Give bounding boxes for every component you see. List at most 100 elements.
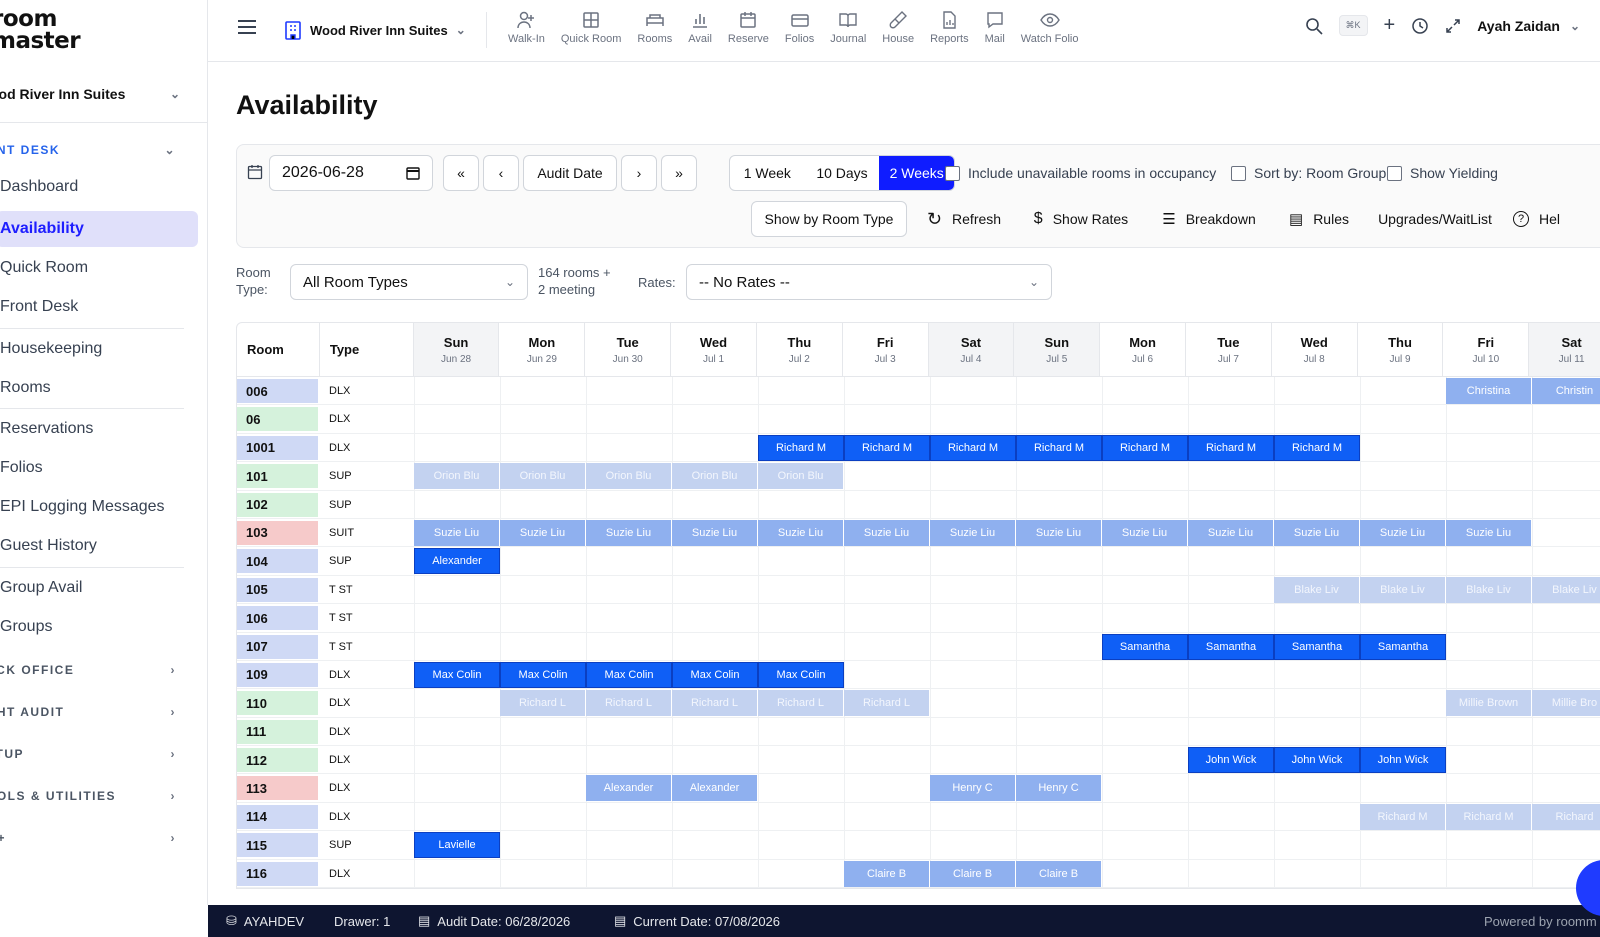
reservation-block[interactable]: Blake Liv	[1532, 576, 1600, 603]
room-number[interactable]: 103	[237, 520, 318, 545]
room-number[interactable]: 110	[237, 691, 318, 716]
section-front-desk[interactable]: ONT DESK⌄	[0, 143, 186, 157]
reservation-block[interactable]: Richard M	[844, 434, 930, 461]
reservation-block[interactable]: Claire B	[1016, 860, 1102, 887]
reservation-block[interactable]: Alexander	[672, 775, 758, 802]
section-back-office[interactable]: ACK OFFICE›	[0, 663, 186, 677]
reservation-block[interactable]: Orion Blu	[758, 463, 844, 490]
rules-button[interactable]: ▤ Rules	[1283, 201, 1355, 237]
section-tools-utilities[interactable]: OOLS & UTILITIES›	[0, 789, 186, 803]
reservation-block[interactable]: Orion Blu	[672, 463, 758, 490]
plus-icon[interactable]: +	[1384, 14, 1396, 37]
sidebar-item-dashboard[interactable]: Dashboard	[0, 169, 198, 205]
include-unavailable-checkbox[interactable]: Include unavailable rooms in occupancy	[945, 165, 1216, 181]
tool-mail[interactable]: Mail	[977, 10, 1013, 45]
reservation-block[interactable]: Suzie Liu	[1016, 519, 1102, 546]
reservation-block[interactable]: Christina	[1446, 378, 1532, 404]
room-number[interactable]: 006	[237, 379, 318, 403]
reservation-block[interactable]: Richard M	[1360, 803, 1446, 830]
section-night-audit[interactable]: GHT AUDIT›	[0, 705, 186, 719]
room-number[interactable]: 114	[237, 804, 318, 829]
reservation-block[interactable]: Richard M	[758, 434, 844, 461]
sidebar-item-rooms[interactable]: Rooms	[0, 370, 198, 406]
reservation-block[interactable]: Millie Bro	[1532, 690, 1600, 717]
reservation-block[interactable]: Lavielle	[414, 832, 500, 859]
section-setup[interactable]: ETUP›	[0, 747, 186, 761]
show-rates-button[interactable]: $ Show Rates	[1025, 201, 1137, 237]
topbar-hotel-selector[interactable]: Wood River Inn Suites ⌄	[284, 17, 466, 43]
reservation-block[interactable]: Blake Liv	[1274, 576, 1360, 603]
range-2-weeks[interactable]: 2 Weeks	[879, 156, 954, 190]
sidebar-item-epi-logging[interactable]: EPI Logging Messages	[0, 489, 198, 525]
audit-date-button[interactable]: Audit Date	[523, 155, 617, 191]
room-number[interactable]: 104	[237, 549, 318, 574]
reservation-block[interactable]: Richard M	[1102, 434, 1188, 461]
reservation-block[interactable]: Richard M	[930, 434, 1016, 461]
room-number[interactable]: 115	[237, 833, 318, 858]
tool-house[interactable]: House	[874, 10, 922, 45]
reservation-block[interactable]: Orion Blu	[414, 463, 500, 490]
room-number[interactable]: 111	[237, 719, 318, 744]
reservation-block[interactable]: Samantha	[1360, 633, 1446, 660]
room-number[interactable]: 102	[237, 492, 318, 517]
reservation-block[interactable]: Suzie Liu	[1360, 519, 1446, 546]
room-number[interactable]: 1001	[237, 435, 318, 460]
room-number[interactable]: 113	[237, 776, 318, 801]
show-yielding-checkbox[interactable]: Show Yielding	[1387, 165, 1498, 181]
sort-room-group-checkbox[interactable]: Sort by: Room Group	[1231, 165, 1386, 181]
reservation-block[interactable]: John Wick	[1360, 747, 1446, 774]
reservation-block[interactable]: Max Colin	[672, 661, 758, 688]
reservation-block[interactable]: Orion Blu	[586, 463, 672, 490]
reservation-block[interactable]: Richard M	[1446, 803, 1532, 830]
sidebar-item-availability[interactable]: Availability	[0, 211, 198, 247]
reservation-block[interactable]: Blake Liv	[1446, 576, 1532, 603]
room-number[interactable]: 06	[237, 407, 318, 432]
reservation-block[interactable]: Suzie Liu	[1102, 519, 1188, 546]
history-icon[interactable]	[1411, 17, 1429, 35]
sidebar-item-housekeeping[interactable]: Housekeeping	[0, 331, 198, 367]
room-number[interactable]: 109	[237, 662, 318, 687]
reservation-block[interactable]: Suzie Liu	[1274, 519, 1360, 546]
reservation-block[interactable]: John Wick	[1188, 747, 1274, 774]
section-rm-plus[interactable]: M+›	[0, 831, 186, 845]
reservation-block[interactable]: Henry C	[930, 775, 1016, 802]
expand-icon[interactable]	[1445, 18, 1461, 34]
range-10-days[interactable]: 10 Days	[805, 156, 880, 190]
reservation-block[interactable]: Suzie Liu	[758, 519, 844, 546]
reservation-block[interactable]: Suzie Liu	[672, 519, 758, 546]
user-menu[interactable]: Ayah Zaidan ⌄	[1477, 18, 1580, 34]
rates-select[interactable]: -- No Rates -- ⌄	[686, 264, 1052, 300]
reservation-block[interactable]: Alexander	[586, 775, 672, 802]
hotel-selector[interactable]: ood River Inn Suites ⌄	[0, 82, 190, 106]
reservation-block[interactable]: Richard L	[758, 690, 844, 717]
reservation-block[interactable]: Richard M	[1274, 434, 1360, 461]
reservation-block[interactable]: Suzie Liu	[414, 519, 500, 546]
reservation-block[interactable]: Richard M	[1016, 434, 1102, 461]
reservation-block[interactable]: Millie Brown	[1446, 690, 1532, 717]
reservation-block[interactable]: Henry C	[1016, 775, 1102, 802]
sidebar-item-groups[interactable]: Groups	[0, 609, 198, 645]
sidebar-item-guest-history[interactable]: Guest History	[0, 528, 198, 564]
tool-quick-room[interactable]: Quick Room	[553, 10, 630, 45]
help-button[interactable]: ? Hel	[1513, 201, 1600, 237]
reservation-block[interactable]: Suzie Liu	[1446, 519, 1532, 546]
show-by-room-type-button[interactable]: Show by Room Type	[751, 201, 907, 237]
date-input[interactable]: 2026-06-28	[269, 155, 433, 191]
breakdown-button[interactable]: ☰ Breakdown	[1155, 201, 1263, 237]
sidebar-item-folios[interactable]: Folios	[0, 450, 198, 486]
room-number[interactable]: 106	[237, 606, 318, 631]
room-number[interactable]: 116	[237, 861, 318, 886]
room-number[interactable]: 101	[237, 464, 318, 489]
refresh-button[interactable]: ↻ Refresh	[919, 201, 1009, 237]
reservation-block[interactable]: Samantha	[1188, 633, 1274, 660]
upgrades-waitlist-button[interactable]: Upgrades/WaitList	[1367, 201, 1503, 237]
roommaster-logo[interactable]: roommaster	[0, 8, 81, 53]
tool-reports[interactable]: Reports	[922, 10, 977, 45]
reservation-block[interactable]: Max Colin	[414, 661, 500, 688]
sidebar-item-reservations[interactable]: Reservations	[0, 411, 198, 447]
room-number[interactable]: 107	[237, 634, 318, 659]
reservation-block[interactable]: Claire B	[930, 860, 1016, 887]
reservation-block[interactable]: Richard	[1532, 803, 1600, 830]
reservation-block[interactable]: Max Colin	[586, 661, 672, 688]
first-page-button[interactable]: «	[443, 155, 479, 191]
